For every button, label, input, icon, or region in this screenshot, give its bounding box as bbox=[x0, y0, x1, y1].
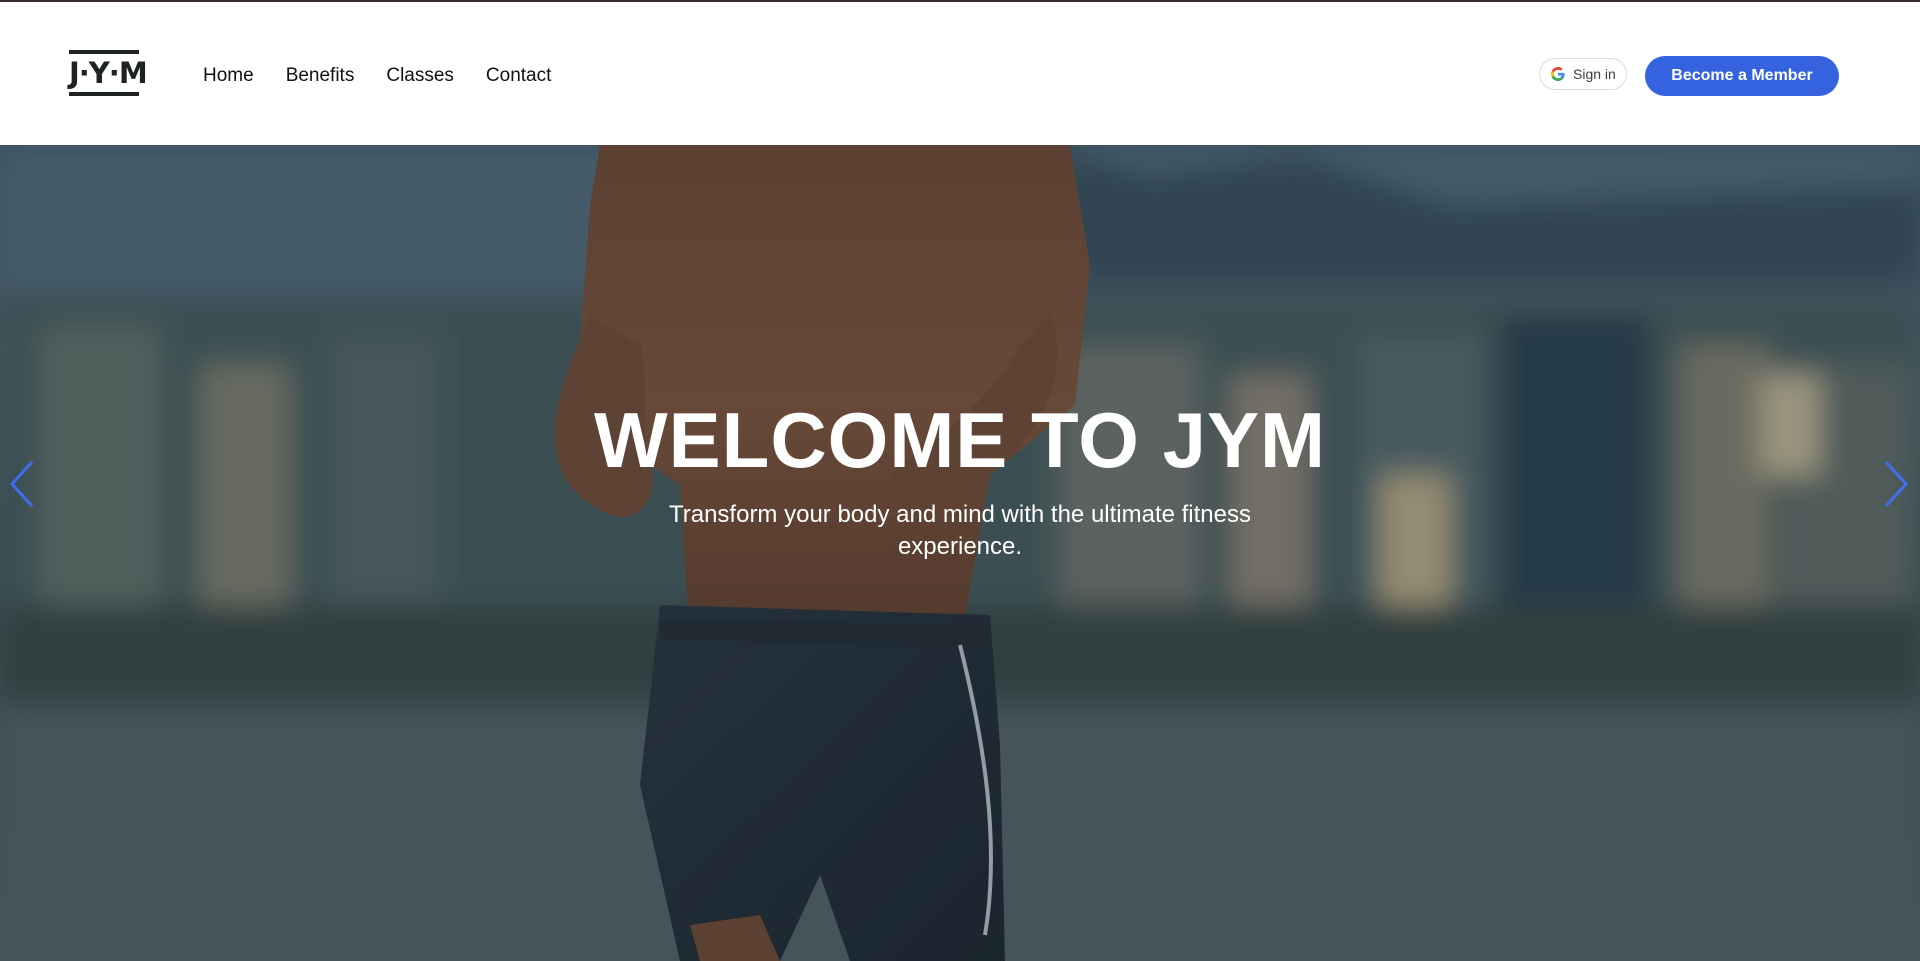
logo-top-bar bbox=[69, 50, 139, 54]
logo-bottom-bar bbox=[69, 92, 139, 96]
main-navigation: Home Benefits Classes Contact bbox=[203, 62, 583, 90]
logo-text: J·Y·M bbox=[69, 56, 148, 90]
hero-title: WELCOME TO JYM bbox=[594, 396, 1326, 484]
chevron-right-icon bbox=[1884, 460, 1909, 508]
google-sign-in-button[interactable]: Sign in bbox=[1539, 58, 1627, 90]
google-icon bbox=[1551, 67, 1565, 81]
sign-in-label: Sign in bbox=[1573, 66, 1616, 82]
hero-carousel: WELCOME TO JYM Transform your body and m… bbox=[0, 145, 1920, 961]
jym-logo[interactable]: J·Y·M bbox=[69, 50, 148, 96]
nav-home-link[interactable]: Home bbox=[203, 62, 254, 90]
carousel-prev-button[interactable] bbox=[4, 456, 40, 512]
chevron-left-icon bbox=[9, 460, 34, 508]
nav-benefits-link[interactable]: Benefits bbox=[286, 62, 355, 90]
hero-subtitle: Transform your body and mind with the ul… bbox=[668, 501, 1252, 560]
site-header: J·Y·M Home Benefits Classes Contact Sign… bbox=[0, 2, 1920, 145]
carousel-next-button[interactable] bbox=[1878, 456, 1914, 512]
nav-classes-link[interactable]: Classes bbox=[386, 62, 454, 90]
nav-contact-link[interactable]: Contact bbox=[486, 62, 551, 90]
become-member-button[interactable]: Become a Member bbox=[1645, 56, 1839, 96]
